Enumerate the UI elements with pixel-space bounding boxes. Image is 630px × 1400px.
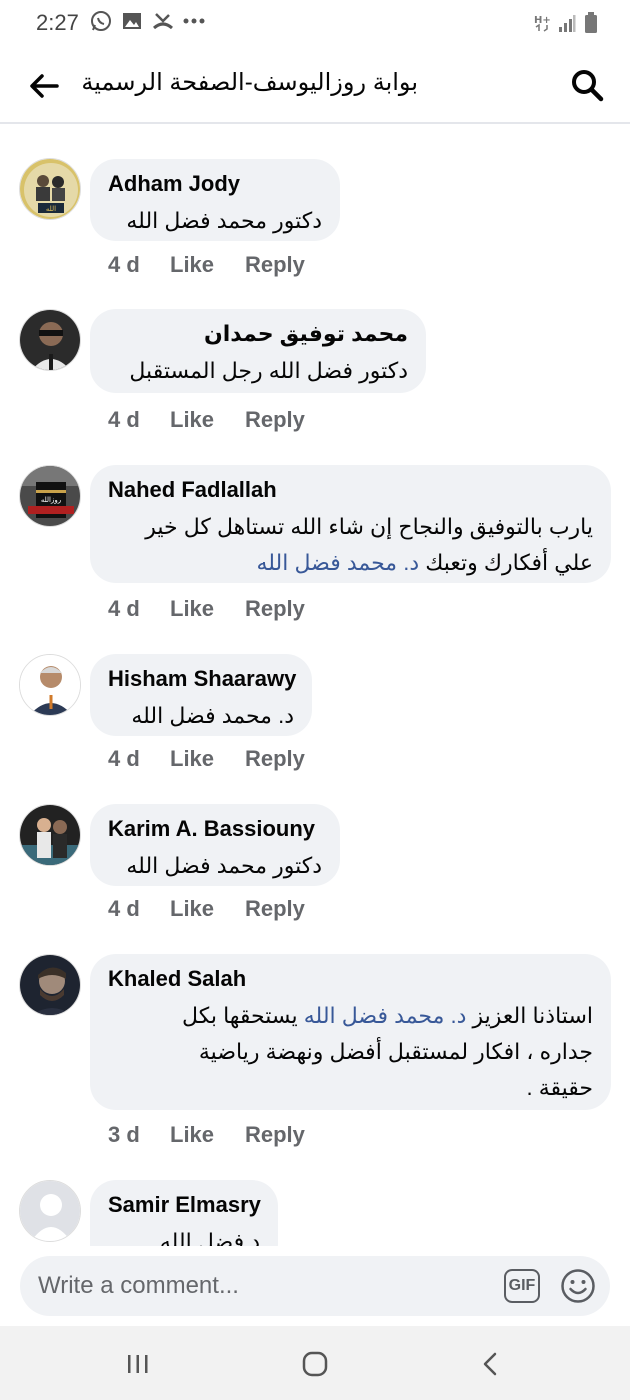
status-notification-icons bbox=[90, 10, 205, 32]
network-hplus-icon: H+ bbox=[534, 13, 551, 38]
reply-button[interactable]: Reply bbox=[245, 596, 305, 622]
back-chevron-icon bbox=[483, 1352, 497, 1376]
avatar[interactable] bbox=[19, 654, 81, 716]
comment-text: دكتور محمد فضل الله bbox=[126, 208, 322, 233]
like-button[interactable]: Like bbox=[170, 252, 245, 278]
comment-bubble[interactable]: Hisham Shaarawy د. محمد فضل الله bbox=[90, 654, 312, 736]
comment-author[interactable]: Khaled Salah bbox=[108, 966, 593, 992]
comment-actions: 4 d Like Reply bbox=[108, 252, 305, 278]
comment-text-line: استاذنا العزيز د. محمد فضل الله يستحقها … bbox=[108, 998, 593, 1034]
app-header: بوابة روزاليوسف-الصفحة الرسمية bbox=[0, 46, 630, 124]
like-button[interactable]: Like bbox=[170, 896, 245, 922]
comment-text-line: يارب بالتوفيق والنجاح إن شاء الله تستاهل… bbox=[145, 514, 593, 539]
recent-apps-icon bbox=[128, 1355, 148, 1373]
reply-button[interactable]: Reply bbox=[245, 896, 305, 922]
home-button[interactable] bbox=[295, 1344, 335, 1384]
comment-author[interactable]: Hisham Shaarawy bbox=[108, 666, 296, 692]
svg-text:H+: H+ bbox=[534, 15, 550, 26]
status-time: 2:27 bbox=[36, 10, 79, 35]
status-bar: 2:27 H+ bbox=[0, 0, 630, 46]
like-button[interactable]: Like bbox=[170, 596, 245, 622]
missed-call-icon bbox=[152, 10, 174, 32]
comment-composer: Write a comment... GIF bbox=[0, 1248, 630, 1326]
comment-bubble[interactable]: Karim A. Bassiouny دكتور محمد فضل الله bbox=[90, 804, 340, 886]
comment-time[interactable]: 4 d bbox=[108, 407, 170, 433]
avatar[interactable] bbox=[19, 954, 81, 1016]
mention-link[interactable]: د. محمد فضل الله bbox=[304, 1003, 467, 1028]
comment-bubble[interactable]: Khaled Salah استاذنا العزيز د. محمد فضل … bbox=[90, 954, 611, 1110]
back-arrow-icon bbox=[30, 74, 59, 98]
comment-bubble[interactable]: Adham Jody دكتور محمد فضل الله bbox=[90, 159, 340, 241]
comment-time[interactable]: 3 d bbox=[108, 1122, 170, 1148]
comment-author[interactable]: Karim A. Bassiouny bbox=[108, 816, 322, 842]
comment-text: يارب بالتوفيق والنجاح إن شاء الله تستاهل… bbox=[108, 509, 593, 581]
page-title: بوابة روزاليوسف-الصفحة الرسمية bbox=[81, 69, 418, 96]
comment-text-line: حقيقة . bbox=[526, 1075, 593, 1100]
comment-bubble[interactable]: Nahed Fadlallah يارب بالتوفيق والنجاح إن… bbox=[90, 465, 611, 583]
battery-icon bbox=[584, 12, 598, 39]
comment-time[interactable]: 4 d bbox=[108, 252, 170, 278]
svg-text:الله: الله bbox=[46, 205, 56, 213]
reply-button[interactable]: Reply bbox=[245, 252, 305, 278]
comment-author[interactable]: محمد توفيق حمدان bbox=[108, 321, 408, 347]
recent-apps-button[interactable] bbox=[118, 1344, 158, 1384]
comment-author[interactable]: Samir Elmasry bbox=[108, 1192, 261, 1218]
signal-icon bbox=[558, 13, 576, 38]
comment-time[interactable]: 4 d bbox=[108, 746, 170, 772]
comments-list[interactable]: الله Adham Jody دكتور محمد فضل الله 4 d … bbox=[0, 126, 630, 1246]
gif-button[interactable]: GIF bbox=[504, 1269, 540, 1303]
reply-button[interactable]: Reply bbox=[245, 746, 305, 772]
mention-link[interactable]: د. محمد فضل الله bbox=[256, 550, 419, 575]
search-button[interactable] bbox=[566, 64, 608, 106]
comment-text-line: علي أفكارك وتعبك د. محمد فضل الله bbox=[108, 545, 593, 581]
back-button[interactable] bbox=[24, 66, 64, 106]
comment-bubble[interactable]: محمد توفيق حمدان دكتور فضل الله رجل المس… bbox=[90, 309, 426, 393]
more-dots-icon bbox=[183, 10, 205, 32]
comment-text: استاذنا العزيز د. محمد فضل الله يستحقها … bbox=[108, 998, 593, 1106]
comment-actions: 4 d Like Reply bbox=[108, 596, 305, 622]
home-icon bbox=[302, 1351, 328, 1377]
comment-input-box[interactable]: Write a comment... GIF bbox=[20, 1256, 610, 1316]
comment-text-segment: يستحقها بكل bbox=[182, 1003, 304, 1028]
comment-text: دكتور محمد فضل الله bbox=[126, 853, 322, 878]
comment-author[interactable]: Adham Jody bbox=[108, 171, 322, 197]
comment-text-line: جداره ، افكار لمستقبل أفضل ونهضة رياضية bbox=[198, 1039, 593, 1064]
gallery-icon bbox=[121, 10, 143, 32]
comment-text-segment: استاذنا العزيز bbox=[466, 1003, 593, 1028]
system-nav-bar bbox=[0, 1326, 630, 1400]
like-button[interactable]: Like bbox=[170, 407, 245, 433]
smiley-icon bbox=[561, 1269, 595, 1303]
avatar[interactable] bbox=[19, 804, 81, 866]
avatar[interactable]: الله bbox=[19, 158, 81, 220]
comment-time[interactable]: 4 d bbox=[108, 896, 170, 922]
comment-time[interactable]: 4 d bbox=[108, 596, 170, 622]
like-button[interactable]: Like bbox=[170, 1122, 245, 1148]
emoji-button[interactable] bbox=[558, 1266, 598, 1306]
comment-bubble[interactable]: Samir Elmasry د فضل الله bbox=[90, 1180, 278, 1246]
comment-text: دكتور فضل الله رجل المستقبل bbox=[129, 358, 408, 383]
reply-button[interactable]: Reply bbox=[245, 407, 305, 433]
status-system-icons: H+ bbox=[534, 12, 598, 39]
svg-text:روزالله: روزالله bbox=[41, 496, 61, 504]
comment-actions: 4 d Like Reply bbox=[108, 896, 305, 922]
avatar[interactable]: روزالله bbox=[19, 465, 81, 527]
comment-text-segment: علي أفكارك وتعبك bbox=[419, 550, 593, 575]
avatar[interactable] bbox=[19, 309, 81, 371]
comment-input[interactable]: Write a comment... bbox=[38, 1272, 239, 1300]
whatsapp-icon bbox=[90, 10, 112, 32]
reply-button[interactable]: Reply bbox=[245, 1122, 305, 1148]
like-button[interactable]: Like bbox=[170, 746, 245, 772]
back-nav-button[interactable] bbox=[470, 1344, 510, 1384]
comment-actions: 3 d Like Reply bbox=[108, 1122, 305, 1148]
comment-actions: 4 d Like Reply bbox=[108, 746, 305, 772]
comment-actions: 4 d Like Reply bbox=[108, 407, 305, 433]
comment-text: د فضل الله bbox=[159, 1229, 260, 1246]
search-icon bbox=[572, 70, 604, 102]
comment-author[interactable]: Nahed Fadlallah bbox=[108, 477, 593, 503]
comment-text: د. محمد فضل الله bbox=[131, 703, 294, 728]
avatar[interactable] bbox=[19, 1180, 81, 1242]
